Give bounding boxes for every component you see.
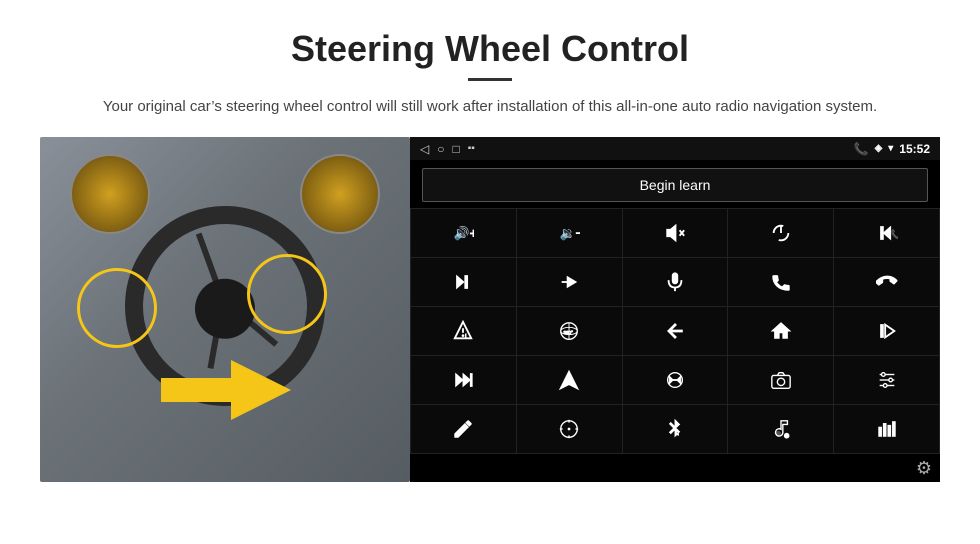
wifi-icon: ▾ — [888, 143, 893, 154]
yellow-arrow-container — [151, 360, 291, 420]
settings-row: ⚙ — [410, 454, 940, 482]
arrow-head — [231, 360, 291, 420]
controls-grid: 🔊+ 🔉− — [410, 208, 940, 454]
arrow-body — [161, 378, 241, 402]
ctrl-skip-next[interactable] — [411, 258, 516, 306]
ctrl-settings-sliders[interactable] — [834, 356, 939, 404]
page-container: Steering Wheel Control Your original car… — [0, 0, 980, 502]
ctrl-power[interactable] — [728, 209, 833, 257]
ctrl-ff2[interactable] — [411, 356, 516, 404]
circle-icon: ○ — [437, 142, 444, 156]
ctrl-home[interactable] — [728, 307, 833, 355]
ctrl-eq[interactable] — [623, 356, 728, 404]
ctrl-eq-bars[interactable] — [834, 405, 939, 453]
ctrl-bluetooth[interactable] — [623, 405, 728, 453]
status-nav-icons: ◁ ○ □ ▪▪ — [420, 142, 475, 156]
ctrl-skip-prev2[interactable] — [834, 307, 939, 355]
svg-text:360°: 360° — [564, 330, 574, 335]
ctrl-prev-track[interactable]: 📞 — [834, 209, 939, 257]
ctrl-hang-up[interactable] — [834, 258, 939, 306]
ctrl-music[interactable]: ⚙ — [728, 405, 833, 453]
begin-learn-row: Begin learn — [410, 160, 940, 208]
android-screen: ◁ ○ □ ▪▪ 📞 ◈ ▾ 15:52 Begin learn — [410, 137, 940, 482]
ctrl-mic[interactable] — [623, 258, 728, 306]
svg-text:🔊+: 🔊+ — [454, 225, 474, 242]
status-bar: ◁ ○ □ ▪▪ 📞 ◈ ▾ 15:52 — [410, 137, 940, 160]
ctrl-mute[interactable] — [623, 209, 728, 257]
content-area: ◁ ○ □ ▪▪ 📞 ◈ ▾ 15:52 Begin learn — [40, 137, 940, 482]
signal-icon: ▪▪ — [468, 143, 475, 154]
ctrl-360[interactable]: 360° — [517, 307, 622, 355]
page-title: Steering Wheel Control — [40, 28, 940, 70]
square-icon: □ — [452, 142, 459, 156]
ctrl-alert[interactable]: ! — [411, 307, 516, 355]
page-subtitle: Your original car’s steering wheel contr… — [100, 95, 880, 119]
location-icon: ◈ — [875, 143, 883, 154]
ctrl-phone[interactable] — [728, 258, 833, 306]
ctrl-camera[interactable] — [728, 356, 833, 404]
svg-text:🔉−: 🔉− — [560, 226, 580, 242]
svg-text:📞: 📞 — [890, 229, 897, 241]
gauge-right — [300, 154, 380, 234]
title-section: Steering Wheel Control Your original car… — [40, 28, 940, 119]
highlight-circle-right — [247, 254, 327, 334]
status-right-icons: 📞 ◈ ▾ 15:52 — [854, 142, 930, 156]
phone-status-icon: 📞 — [854, 142, 869, 156]
svg-text:!: ! — [465, 333, 467, 340]
back-arrow-icon: ◁ — [420, 142, 429, 156]
ctrl-fast-fwd[interactable] — [517, 258, 622, 306]
ctrl-vol-down[interactable]: 🔉− — [517, 209, 622, 257]
ctrl-back[interactable] — [623, 307, 728, 355]
svg-text:⚙: ⚙ — [784, 433, 790, 440]
begin-learn-button[interactable]: Begin learn — [422, 168, 928, 202]
ctrl-edit[interactable] — [411, 405, 516, 453]
steering-bg — [40, 137, 410, 482]
car-image — [40, 137, 410, 482]
ctrl-vol-up[interactable]: 🔊+ — [411, 209, 516, 257]
title-divider — [468, 78, 512, 81]
ctrl-target[interactable] — [517, 405, 622, 453]
highlight-circle-left — [77, 268, 157, 348]
time-display: 15:52 — [899, 142, 930, 156]
gauge-left — [70, 154, 150, 234]
steering-wheel-center — [195, 278, 255, 338]
gear-settings-icon[interactable]: ⚙ — [916, 458, 932, 478]
ctrl-navigate[interactable] — [517, 356, 622, 404]
